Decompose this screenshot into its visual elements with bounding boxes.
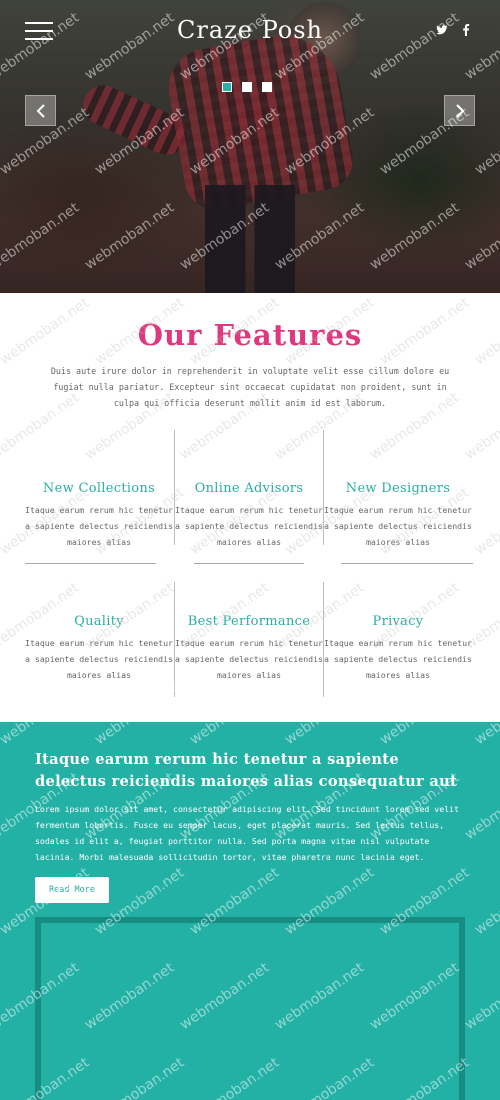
chevron-right-icon[interactable] <box>444 95 475 126</box>
social-links <box>436 24 470 36</box>
feature-best-performance: Best Performance Itaque earum rerum hic … <box>174 614 324 683</box>
features-section: Our Features Duis aute irure dolor in re… <box>0 293 500 722</box>
feature-desc: Itaque earum rerum hic tenetur a sapient… <box>324 505 472 547</box>
feature-divider <box>323 430 324 545</box>
feature-title: Online Advisors <box>194 481 304 496</box>
feature-divider <box>323 582 324 697</box>
about-body: Lorem ipsum dolor sit amet, consectetur … <box>35 804 459 862</box>
video-frame <box>35 917 465 1100</box>
about-section: Itaque earum rerum hic tenetur a sapient… <box>0 722 500 1100</box>
read-more-button[interactable]: Read More <box>35 877 109 903</box>
feature-desc: Itaque earum rerum hic tenetur a sapient… <box>175 505 323 547</box>
features-title: Our Features <box>137 318 363 352</box>
feature-desc: Itaque earum rerum hic tenetur a sapient… <box>25 638 173 680</box>
feature-title: New Designers <box>345 481 451 496</box>
slider-dot-3[interactable] <box>262 82 272 92</box>
about-heading: Itaque earum rerum hic tenetur a sapient… <box>35 751 458 790</box>
chevron-left-icon[interactable] <box>25 95 56 126</box>
slider-dot-2[interactable] <box>242 82 252 92</box>
feature-new-collections: New Collections Itaque earum rerum hic t… <box>24 481 174 550</box>
feature-divider <box>194 563 304 564</box>
slider-dots <box>222 82 272 92</box>
feature-divider <box>174 582 175 697</box>
brand-logo[interactable]: Craze Posh <box>0 16 500 44</box>
feature-new-designers: New Designers Itaque earum rerum hic ten… <box>323 481 473 550</box>
feature-privacy: Privacy Itaque earum rerum hic tenetur a… <box>323 614 473 683</box>
feature-title: Best Performance <box>187 614 311 629</box>
feature-title: New Collections <box>42 481 156 496</box>
feature-title: Quality <box>74 614 124 629</box>
feature-divider <box>341 563 473 564</box>
feature-desc: Itaque earum rerum hic tenetur a sapient… <box>175 638 323 680</box>
twitter-icon[interactable] <box>436 24 448 36</box>
hero-slider: Craze Posh <box>0 0 500 293</box>
feature-desc: Itaque earum rerum hic tenetur a sapient… <box>324 638 472 680</box>
features-intro: Duis aute irure dolor in reprehenderit i… <box>50 366 450 408</box>
feature-quality: Quality Itaque earum rerum hic tenetur a… <box>24 614 174 683</box>
feature-title: Privacy <box>372 614 424 629</box>
slider-dot-1[interactable] <box>222 82 232 92</box>
facebook-icon[interactable] <box>462 24 470 36</box>
feature-online-advisors: Online Advisors Itaque earum rerum hic t… <box>174 481 324 550</box>
feature-desc: Itaque earum rerum hic tenetur a sapient… <box>25 505 173 547</box>
feature-divider <box>25 563 156 564</box>
feature-divider <box>174 430 175 545</box>
